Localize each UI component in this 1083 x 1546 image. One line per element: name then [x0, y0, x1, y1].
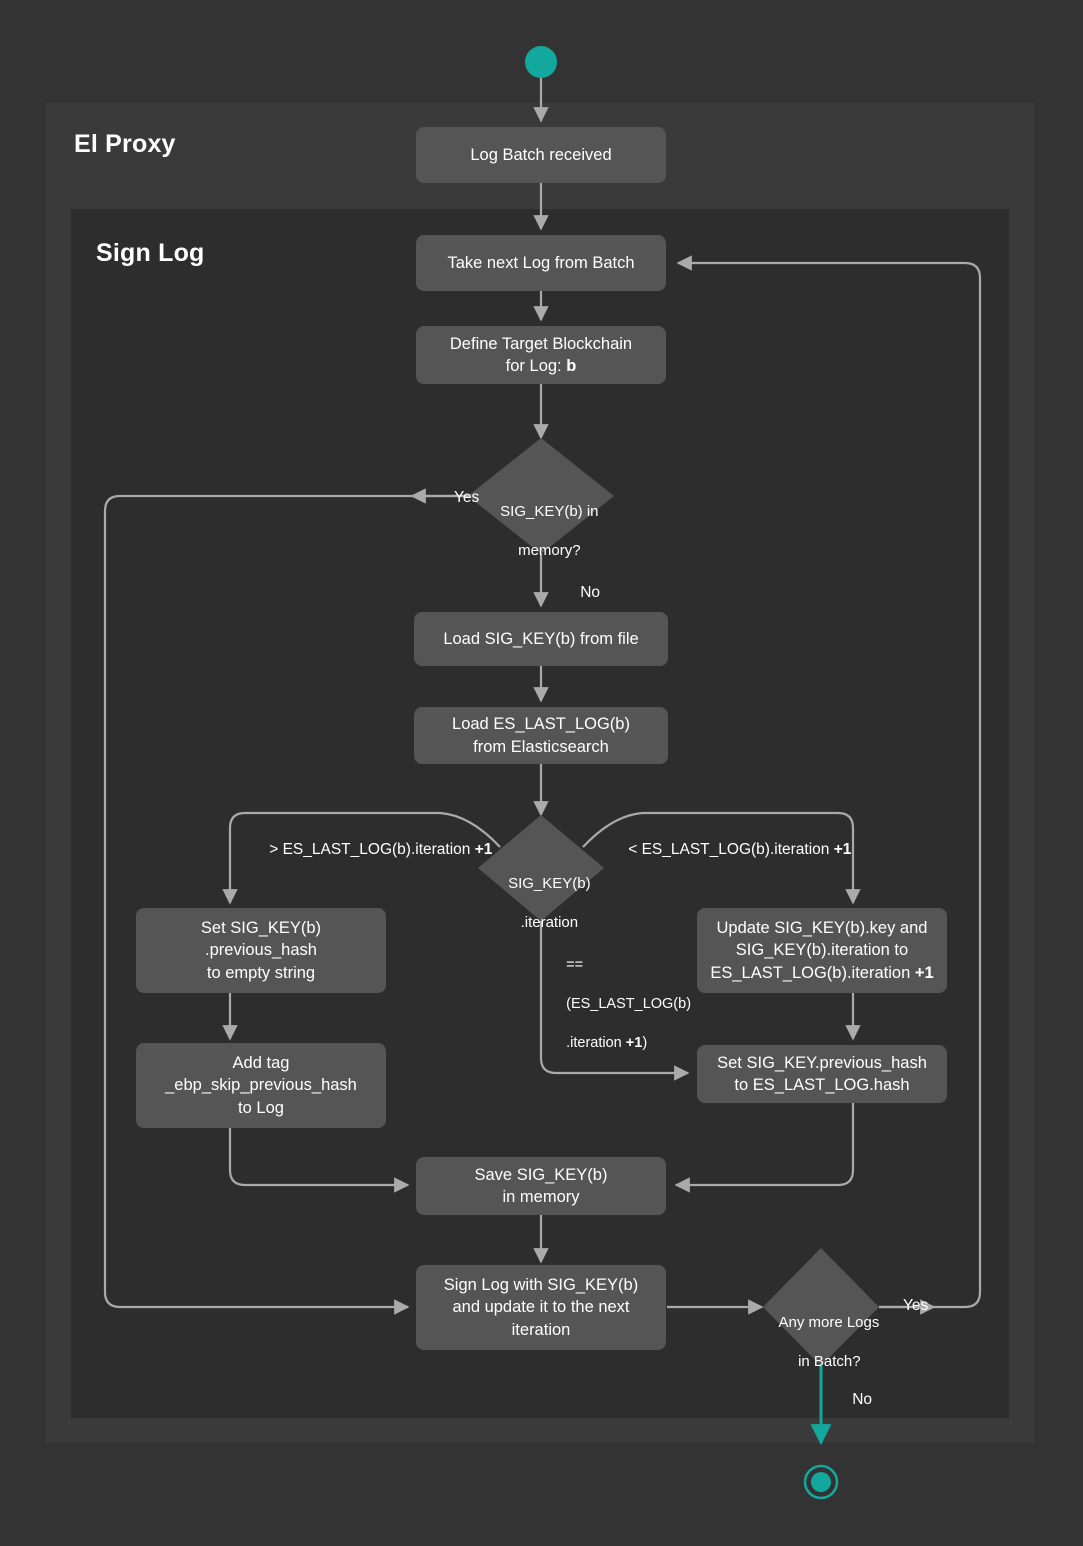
node-load-es-last-log-line1: Load ES_LAST_LOG(b) — [452, 715, 630, 734]
node-add-tag-skip-previous-hash[interactable]: Add tag _ebp_skip_previous_hash to Log — [136, 1043, 386, 1128]
edge-label-iteration-equal-l3-post: ) — [642, 1034, 648, 1051]
node-update-sig-key-line1: Update SIG_KEY(b).key and — [716, 919, 928, 938]
node-update-sig-key[interactable]: Update SIG_KEY(b).key and SIG_KEY(b).ite… — [697, 908, 947, 993]
node-log-batch-received-label: Log Batch received — [470, 145, 612, 164]
edge-label-iteration-equal-l1: == — [566, 956, 584, 973]
edge-label-iteration-equal-l3-pre: .iteration — [566, 1034, 626, 1051]
node-load-es-last-log[interactable]: Load ES_LAST_LOG(b) from Elasticsearch — [414, 707, 668, 764]
edge-label-iteration-greater-bold: +1 — [474, 840, 493, 858]
node-define-target-blockchain-line1: Define Target Blockchain — [449, 334, 633, 353]
edge-label-iteration-equal-l2: (ES_LAST_LOG(b) — [566, 995, 692, 1012]
group-label-sign-log: Sign Log — [96, 239, 205, 267]
node-save-sig-key-line2: in memory — [502, 1188, 580, 1206]
node-define-target-blockchain-line2-bold: b — [566, 357, 577, 375]
edge-label-iteration-less-pre: < ES_LAST_LOG(b).iteration — [628, 840, 834, 858]
node-sign-log-line2: and update it to the next — [452, 1298, 630, 1317]
edge-label-iteration-equal: == (ES_LAST_LOG(b) .iteration +1) — [550, 936, 691, 1073]
node-set-previous-hash-empty-line1: Set SIG_KEY(b) — [200, 919, 322, 938]
node-update-sig-key-line3-pre: ES_LAST_LOG(b).iteration — [710, 963, 915, 982]
node-load-es-last-log-line2: from Elasticsearch — [473, 737, 609, 756]
node-load-sig-key[interactable]: Load SIG_KEY(b) from file — [414, 612, 668, 666]
edge-label-more-logs-no-text: No — [852, 1390, 873, 1408]
start-node[interactable] — [525, 46, 557, 78]
edge-label-more-logs-no: No — [835, 1369, 872, 1432]
edge-label-iteration-less: < ES_LAST_LOG(b).iteration +1 — [611, 819, 851, 882]
edge-label-more-logs-yes-text: Yes — [902, 1296, 929, 1314]
edge-label-iteration-equal-l3-bold: +1 — [625, 1034, 643, 1051]
node-set-hash-es-line1: Set SIG_KEY.previous_hash — [717, 1053, 927, 1072]
edge-label-iteration-less-bold: +1 — [833, 840, 852, 858]
decision-memory-line2: memory? — [518, 541, 581, 559]
node-save-sig-key-line1: Save SIG_KEY(b) — [474, 1165, 608, 1184]
node-define-target-blockchain[interactable]: Define Target Blockchain for Log: b — [416, 326, 666, 384]
group-label-el-proxy: El Proxy — [74, 130, 176, 158]
node-define-target-blockchain-line2-pre: for Log: — [505, 357, 567, 375]
edge-label-more-logs-yes: Yes — [886, 1275, 928, 1338]
decision-iteration-line2: .iteration — [520, 913, 579, 931]
decision-iteration-line1: SIG_KEY(b) — [508, 874, 591, 892]
node-set-previous-hash-to-es[interactable]: Set SIG_KEY.previous_hash to ES_LAST_LOG… — [697, 1045, 947, 1103]
node-sign-log[interactable]: Sign Log with SIG_KEY(b) and update it t… — [416, 1265, 666, 1350]
decision-more-logs-line2: in Batch? — [798, 1352, 861, 1370]
node-load-sig-key-label: Load SIG_KEY(b) from file — [443, 629, 639, 648]
node-set-previous-hash-empty-line3: to empty string — [206, 963, 316, 982]
node-take-next-log[interactable]: Take next Log from Batch — [416, 235, 666, 291]
node-add-tag-line1: Add tag — [232, 1054, 290, 1073]
node-set-hash-es-line2: to ES_LAST_LOG.hash — [734, 1076, 910, 1094]
node-update-sig-key-line3-bold: +1 — [914, 963, 934, 982]
edge-label-iteration-greater-pre: > ES_LAST_LOG(b).iteration — [269, 840, 475, 858]
node-update-sig-key-line2: SIG_KEY(b).iteration to — [735, 941, 909, 960]
node-log-batch-received[interactable]: Log Batch received — [416, 127, 666, 183]
edge-label-memory-no-text: No — [580, 583, 601, 601]
node-save-sig-key[interactable]: Save SIG_KEY(b) in memory — [416, 1157, 666, 1215]
end-node-inner-dot — [811, 1472, 831, 1492]
node-take-next-log-label: Take next Log from Batch — [447, 253, 635, 272]
node-add-tag-line3: to Log — [238, 1098, 284, 1117]
edge-label-iteration-greater: > ES_LAST_LOG(b).iteration +1 — [252, 819, 492, 882]
node-add-tag-line2: _ebp_skip_previous_hash — [165, 1076, 357, 1095]
decision-memory-line1: SIG_KEY(b) in — [500, 502, 599, 520]
edge-label-memory-no: No — [563, 562, 600, 625]
flowchart-canvas: El Proxy Sign Log Log Batch received Tak… — [0, 0, 1083, 1546]
node-set-previous-hash-empty-line2: .previous_hash — [205, 941, 317, 960]
node-sign-log-line1: Sign Log with SIG_KEY(b) — [443, 1276, 639, 1295]
edge-label-memory-yes: Yes — [437, 467, 479, 530]
node-set-previous-hash-empty[interactable]: Set SIG_KEY(b) .previous_hash to empty s… — [136, 908, 386, 993]
decision-more-logs-line1: Any more Logs — [778, 1313, 880, 1331]
node-sign-log-line3: iteration — [511, 1320, 571, 1339]
edge-label-memory-yes-text: Yes — [453, 488, 480, 506]
